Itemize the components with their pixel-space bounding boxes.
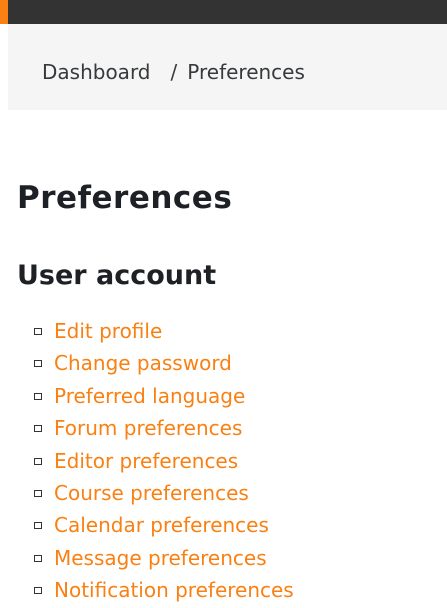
editor-preferences-link[interactable]: Editor preferences [54, 449, 238, 473]
list-item: Message preferences [34, 543, 294, 575]
list-item: Notification preferences [34, 575, 294, 607]
breadcrumb: Dashboard / Preferences [42, 59, 305, 85]
edit-profile-link[interactable]: Edit profile [54, 319, 162, 343]
message-preferences-link[interactable]: Message preferences [54, 546, 267, 570]
user-account-links-list: Edit profile Change password Preferred l… [34, 316, 294, 608]
preferred-language-link[interactable]: Preferred language [54, 384, 245, 408]
section-heading-user-account: User account [17, 260, 217, 291]
square-bullet-icon [34, 457, 42, 465]
list-item: Calendar preferences [34, 510, 294, 542]
square-bullet-icon [34, 360, 42, 368]
course-preferences-link[interactable]: Course preferences [54, 481, 249, 505]
top-navbar [0, 0, 447, 24]
list-item: Forum preferences [34, 413, 294, 445]
list-item: Course preferences [34, 478, 294, 510]
list-item: Preferred language [34, 381, 294, 413]
page-title: Preferences [17, 180, 233, 216]
notification-preferences-link[interactable]: Notification preferences [54, 578, 294, 602]
square-bullet-icon [34, 489, 42, 497]
square-bullet-icon [34, 587, 42, 595]
square-bullet-icon [34, 328, 42, 335]
breadcrumb-current-page: Preferences [187, 60, 305, 84]
list-item: Edit profile [34, 316, 294, 348]
square-bullet-icon [34, 425, 42, 433]
navbar-accent-stripe [0, 0, 8, 24]
forum-preferences-link[interactable]: Forum preferences [54, 416, 242, 440]
breadcrumb-separator: / [170, 60, 178, 84]
square-bullet-icon [34, 554, 42, 562]
square-bullet-icon [34, 392, 42, 400]
change-password-link[interactable]: Change password [54, 351, 232, 375]
calendar-preferences-link[interactable]: Calendar preferences [54, 513, 269, 537]
square-bullet-icon [34, 522, 42, 530]
breadcrumb-dashboard-link[interactable]: Dashboard [42, 60, 151, 84]
list-item: Change password [34, 348, 294, 380]
list-item: Editor preferences [34, 446, 294, 478]
